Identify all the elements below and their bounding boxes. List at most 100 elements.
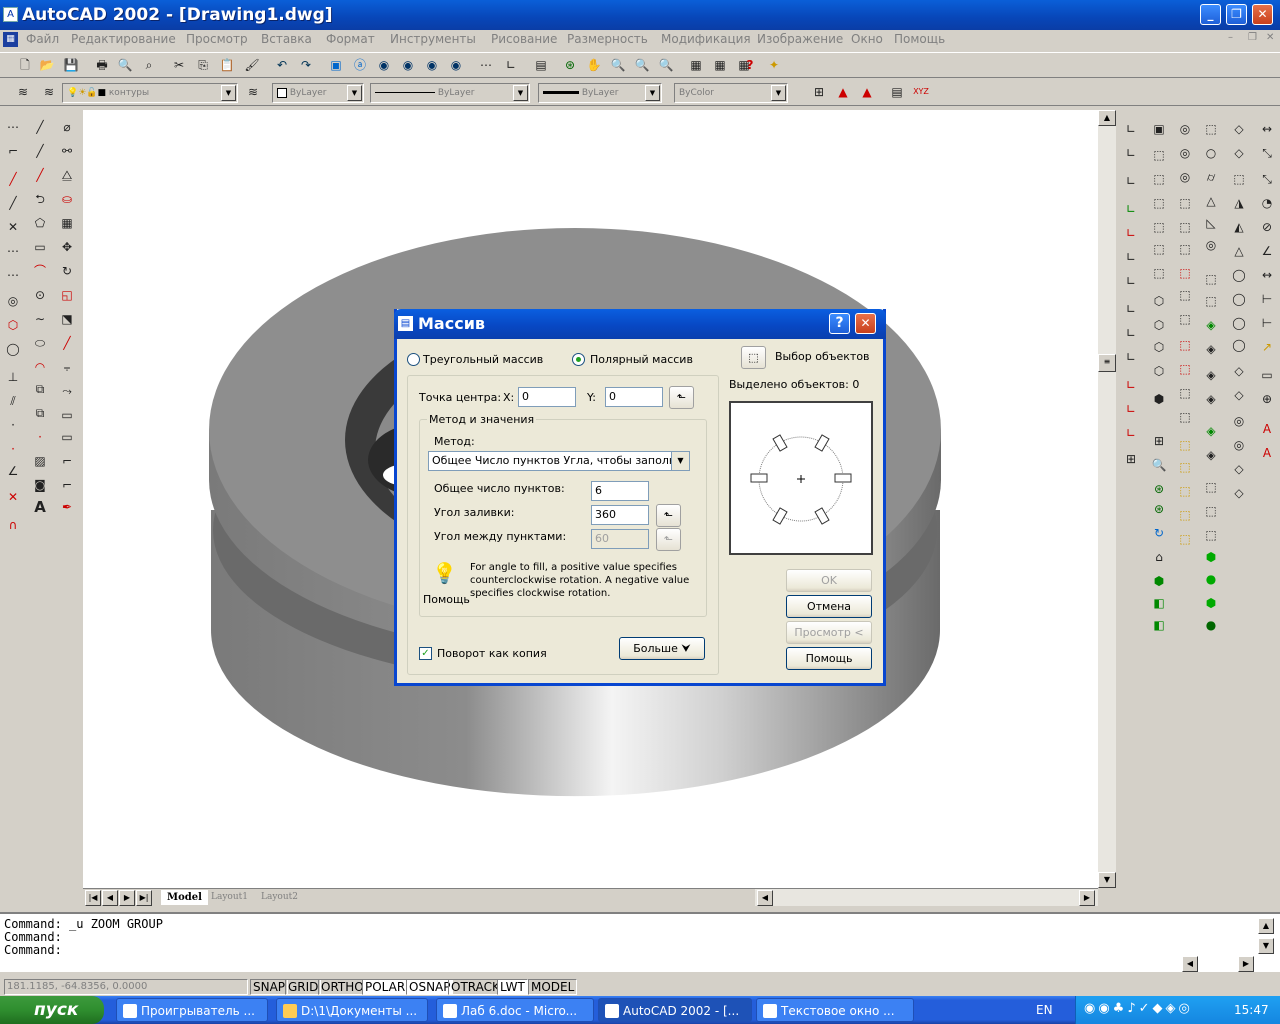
make-block-icon[interactable]: ⧉ [31, 404, 49, 422]
paste-icon[interactable]: 📋 [218, 56, 236, 74]
text-icon[interactable]: ▤ [888, 83, 906, 101]
cmd-scroll-left-icon[interactable]: ◀ [1182, 956, 1198, 972]
dimension-icon[interactable]: ⊞ [810, 83, 828, 101]
render-6-icon[interactable]: ⬚ [1176, 240, 1194, 258]
angle-between-input[interactable]: 60 [591, 529, 649, 549]
line-icon[interactable]: ╱ [4, 170, 22, 188]
center-x-input[interactable]: 0 [518, 387, 576, 407]
solid-box-icon[interactable]: ⬚ [1202, 120, 1220, 138]
save-icon[interactable]: 💾 [62, 56, 80, 74]
dim-ordinate-icon[interactable]: ⤡ [1258, 170, 1276, 188]
dim-baseline-icon[interactable]: ⊢ [1258, 290, 1276, 308]
layer-previous-icon[interactable]: ≋ [244, 83, 262, 101]
plotstyle-dropdown[interactable]: ByColor ▼ [674, 83, 788, 103]
ucs-4-icon[interactable]: ∟ [1122, 200, 1140, 218]
view-8-icon[interactable]: ⬡ [1150, 292, 1168, 310]
solid-cone-icon[interactable]: △ [1202, 192, 1220, 210]
angle-icon[interactable]: ∠ [4, 462, 22, 480]
draw-line-icon[interactable]: ╱ [31, 118, 49, 136]
render-globe-icon[interactable]: ● [1202, 616, 1220, 634]
render-4-icon[interactable]: ⬚ [1176, 194, 1194, 212]
new-icon[interactable]: 🗋 [16, 56, 34, 74]
ucs-ry-icon[interactable]: ∟ [1122, 400, 1140, 418]
fill-angle-input[interactable]: 360 [591, 505, 649, 525]
dim-tolerance-icon[interactable]: ▭ [1258, 366, 1276, 384]
cancel-button[interactable]: Отмена [786, 595, 872, 618]
render-7-icon[interactable]: ⬚ [1176, 264, 1194, 282]
pick-angle-between-button[interactable]: ⬑ [656, 528, 681, 551]
render-15-icon[interactable]: ⬚ [1176, 458, 1194, 476]
chevron-down-icon[interactable]: ▼ [513, 85, 528, 101]
hint-help-label[interactable]: Помощь [423, 593, 470, 606]
polar-toggle[interactable]: POLAR [362, 979, 409, 995]
draworder-icon[interactable]: ▲ [834, 83, 852, 101]
select-objects-button[interactable]: ⬚ [741, 346, 766, 369]
rotate-as-copied-checkbox[interactable]: ✓ [419, 647, 432, 660]
close-button[interactable]: ✕ [1252, 4, 1273, 25]
document-icon[interactable]: ▦ [3, 32, 18, 47]
dim-textedit-icon[interactable]: A [1258, 444, 1276, 462]
rect-array-radio[interactable] [407, 353, 420, 366]
solid-slice-icon[interactable]: ◈ [1202, 316, 1220, 334]
draw-multiline-icon[interactable]: ╱ [31, 166, 49, 184]
chevron-down-icon[interactable]: ▼ [221, 85, 236, 101]
polyline-icon[interactable]: ⌐ [4, 142, 22, 160]
explode-icon[interactable]: ✒ [58, 498, 76, 516]
method-select[interactable]: Общее Число пунктов Угла, чтобы заполнит… [428, 451, 690, 471]
help-icon[interactable]: ? [741, 56, 759, 74]
magnet-icon[interactable]: ∩ [4, 516, 22, 534]
zoom-window-icon[interactable]: 🔍 [633, 56, 651, 74]
ucs-6-icon[interactable]: ∟ [1122, 248, 1140, 266]
surface-1-icon[interactable]: ◇ [1230, 120, 1248, 138]
offset-icon[interactable]: ⛀ [58, 190, 76, 208]
extend-icon[interactable]: ⤳ [58, 382, 76, 400]
render-14-icon[interactable]: ⬚ [1176, 436, 1194, 454]
draw-arc-icon[interactable]: ⌒ [31, 262, 49, 280]
view-9-icon[interactable]: ⬡ [1150, 316, 1168, 334]
surface-9-icon[interactable]: ◯ [1230, 314, 1248, 332]
more-button[interactable]: Больше ⮟ [619, 637, 705, 660]
dim-radius-icon[interactable]: ◔ [1258, 194, 1276, 212]
snap-toggle[interactable]: SNAP [250, 979, 289, 995]
menu-window[interactable]: Окно [851, 32, 883, 46]
ucs-3-icon[interactable]: ∟ [1122, 172, 1140, 190]
view-11-icon[interactable]: ⬡ [1150, 362, 1168, 380]
menu-insert[interactable]: Вставка [261, 32, 312, 46]
zoom-previous-icon[interactable]: 🔍 [657, 56, 675, 74]
express-icon[interactable]: ✦ [765, 56, 783, 74]
solid-wedge-icon[interactable]: ◺ [1202, 214, 1220, 232]
render-sphere-icon[interactable]: ● [1202, 570, 1220, 588]
solid-edit-icon[interactable]: ⬚ [1202, 502, 1220, 520]
pan-icon[interactable]: ✋ [585, 56, 603, 74]
draw-circle-icon[interactable]: ⊙ [31, 286, 49, 304]
menu-help[interactable]: Помощь [894, 32, 945, 46]
dash-icon[interactable]: ⋯ [4, 266, 22, 284]
solid-intersect-icon[interactable]: ⬚ [1202, 478, 1220, 496]
doc-restore-icon[interactable]: ❐ [1248, 32, 1257, 43]
render-cube2-icon[interactable]: ⬢ [1202, 594, 1220, 612]
task-explorer[interactable]: D:\1\Документы ... [276, 998, 428, 1022]
preview-button[interactable]: Просмотр < [786, 621, 872, 644]
make-layer-current-icon[interactable]: ≋ [40, 83, 58, 101]
menu-file[interactable]: Файл [26, 32, 59, 46]
draw-polyline-icon[interactable]: ⮌ [31, 190, 49, 208]
surface-14-icon[interactable]: ◎ [1230, 436, 1248, 454]
redo-icon[interactable]: ↷ [297, 56, 315, 74]
surface-7-icon[interactable]: ◯ [1230, 266, 1248, 284]
xyz-icon[interactable]: XYZ [912, 83, 930, 101]
find-icon[interactable]: ⌕ [140, 56, 158, 74]
break-icon[interactable]: ▭ [58, 406, 76, 424]
draw-region-icon[interactable]: ◙ [31, 476, 49, 494]
print-icon[interactable]: 🖶 [93, 56, 111, 74]
view-10-icon[interactable]: ⬡ [1150, 338, 1168, 356]
construction-line-icon[interactable]: ⋯ [4, 118, 22, 136]
surface-15-icon[interactable]: ◇ [1230, 460, 1248, 478]
polygon-icon[interactable]: ⬡ [4, 316, 22, 334]
tab-prev-icon[interactable]: ◀ [102, 890, 118, 906]
horizontal-scrollbar[interactable]: ◀ ▶ [755, 889, 1098, 906]
view-4-icon[interactable]: ⬚ [1150, 194, 1168, 212]
help-button[interactable]: Помощь [786, 647, 872, 670]
solid-edit2-icon[interactable]: ⬚ [1202, 526, 1220, 544]
dim-edit-icon[interactable]: A [1258, 420, 1276, 438]
render-3-icon[interactable]: ◎ [1176, 168, 1194, 186]
